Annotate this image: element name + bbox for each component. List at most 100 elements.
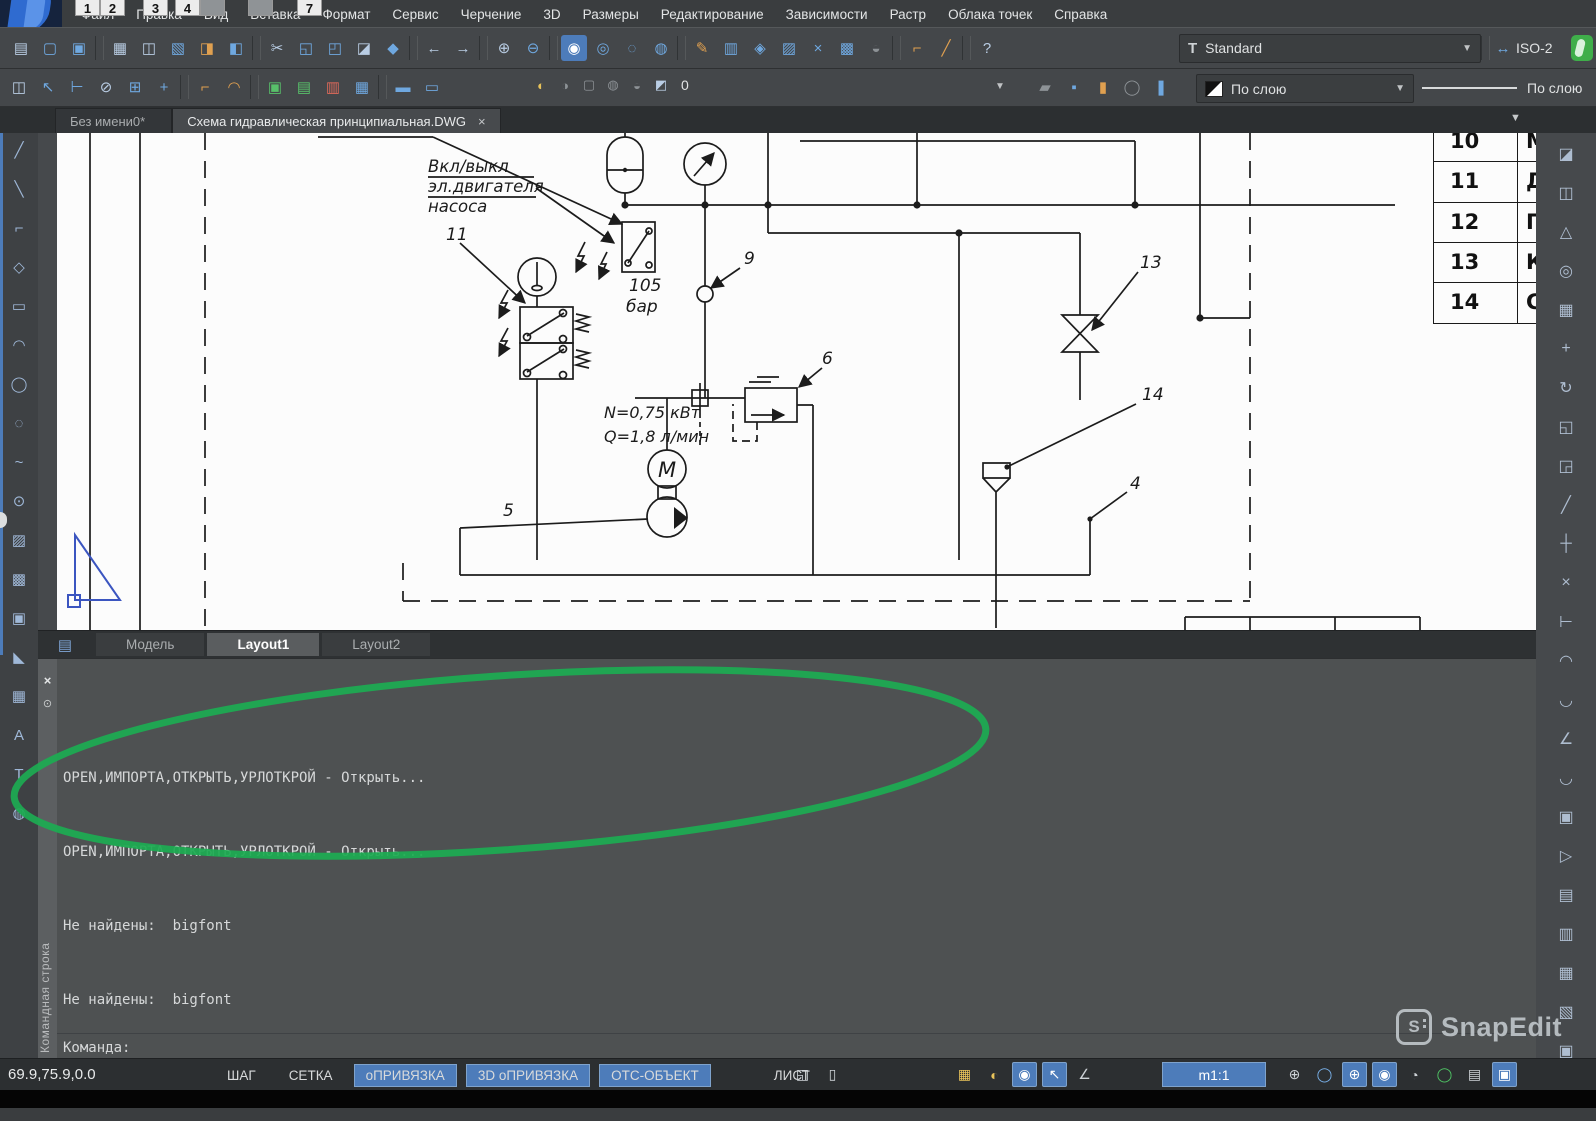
properties-icon[interactable]: ▥ (718, 35, 744, 61)
fullscreen-icon[interactable]: ▣ (1492, 1062, 1517, 1087)
cut-icon[interactable]: ✂ (264, 35, 290, 61)
menu-item-3d[interactable]: 3D (532, 1, 571, 27)
sep1-icon[interactable] (180, 75, 189, 99)
chevron-down-icon[interactable]: ▼ (1454, 43, 1480, 54)
table-export-icon[interactable]: ▩ (834, 35, 860, 61)
annotation-visibility-icon[interactable]: ▯ (820, 1062, 845, 1087)
dim-linear-icon[interactable]: ⌐ (904, 35, 930, 61)
rotate-icon[interactable]: ↻ (1553, 375, 1579, 401)
toggle-osnap-3d[interactable]: 3D оПРИВЯЗКА (466, 1064, 590, 1087)
quick-select-icon[interactable]: ↖ (35, 74, 61, 100)
layer-control[interactable]: ◐ ◑ ▢ ◍ ◒ ◩ 0 (530, 74, 689, 96)
snap-marker-icon[interactable]: ◉ (1012, 1062, 1037, 1087)
open-file-icon[interactable]: ▢ (37, 35, 63, 61)
layer-freeze-tool-icon[interactable]: ▦ (1553, 960, 1579, 986)
toggle-otrack[interactable]: ОТС-ОБЪЕКТ (599, 1064, 711, 1087)
layer-alert-icon[interactable]: ▥ (320, 74, 346, 100)
arc-tool-icon[interactable]: ◠ (221, 74, 247, 100)
redo-icon[interactable]: → (450, 35, 476, 61)
mtext-tool-icon[interactable]: A (6, 722, 32, 748)
fillet-icon[interactable]: ◡ (1553, 765, 1579, 791)
dim-style-icon[interactable]: ↔ (1490, 35, 1516, 61)
zoom-realtime-icon[interactable]: ⊖ (520, 35, 546, 61)
dim-constraint-icon[interactable]: ⊢ (64, 74, 90, 100)
menu-item-modify[interactable]: Редактирование (650, 1, 775, 27)
undo-icon[interactable]: ← (421, 35, 447, 61)
gradient-tool-icon[interactable]: ▩ (6, 566, 32, 592)
layer-chevron-down-icon[interactable]: ▼ (995, 81, 1005, 92)
move-icon[interactable]: + (1553, 336, 1579, 362)
viewport-scale-button[interactable]: m1:1 (1162, 1062, 1266, 1087)
pan-icon[interactable]: ⊕ (491, 35, 517, 61)
line-tool-icon[interactable]: ╱ (6, 137, 32, 163)
image-attach-icon[interactable]: ◣ (6, 644, 32, 670)
rectangle-tool-icon[interactable]: ▭ (6, 293, 32, 319)
parallelogram-icon[interactable]: ▰ (1032, 74, 1058, 100)
color-combo[interactable]: По слою ▼ (1196, 74, 1414, 103)
layout-tab-layout1[interactable]: Layout1 (207, 633, 319, 656)
copy-clip-icon[interactable]: ◱ (293, 35, 319, 61)
chamfer-icon[interactable]: ∠ (1553, 726, 1579, 752)
trim-icon[interactable]: ┼ (1553, 531, 1579, 557)
plot-settings-icon[interactable]: ▧ (165, 35, 191, 61)
menu-item-dimensions[interactable]: Размеры (572, 1, 650, 27)
extend-icon[interactable]: ⊢ (1553, 609, 1579, 635)
array-icon[interactable]: ▦ (1553, 297, 1579, 323)
layer-swatch-icon[interactable]: ◩ (650, 74, 672, 96)
toggle-osnap[interactable]: оПРИВЯЗКА (354, 1064, 457, 1087)
plane-blue-icon[interactable]: ▪ (1061, 74, 1087, 100)
edit-pencil-icon[interactable]: ✎ (689, 35, 715, 61)
sphere-tool-icon[interactable]: ◍ (6, 800, 32, 826)
corner-tool-icon[interactable]: ⌐ (192, 74, 218, 100)
sep7-icon[interactable] (892, 36, 901, 60)
ellipse-tool-icon[interactable]: ⊙ (6, 488, 32, 514)
stretch-icon[interactable]: ◲ (1553, 453, 1579, 479)
group-icon[interactable]: ◫ (6, 74, 32, 100)
chevron-down-icon[interactable]: ▼ (1387, 83, 1413, 94)
toggle-o-icon[interactable]: ◯ (1119, 74, 1145, 100)
linetype-combo[interactable]: По слою (1420, 74, 1592, 101)
menu-item-constraints[interactable]: Зависимости (775, 1, 879, 27)
construction-line-icon[interactable]: ╲ (6, 176, 32, 202)
section-view-icon[interactable]: ▭ (419, 74, 445, 100)
offset-icon[interactable]: ◎ (1553, 258, 1579, 284)
sep2-icon[interactable] (250, 75, 259, 99)
menu-item-raster[interactable]: Растр (879, 1, 938, 27)
spell-check-icon[interactable]: × (805, 35, 831, 61)
lineweight-pin-icon[interactable]: ❚ (1148, 74, 1174, 100)
ucs-box-icon[interactable]: ▮ (1090, 74, 1116, 100)
join-icon[interactable]: ◡ (1553, 687, 1579, 713)
close-icon[interactable]: × (478, 114, 486, 129)
delete-x-icon[interactable]: × (1553, 570, 1579, 596)
sep4-icon[interactable] (479, 36, 488, 60)
tool-palettes-icon[interactable]: ▨ (776, 35, 802, 61)
help-icon[interactable]: ? (974, 35, 1000, 61)
command-prompt-input[interactable]: Команда: (63, 1040, 130, 1056)
layer-on-object-icon[interactable]: ▤ (291, 74, 317, 100)
match-properties-icon[interactable]: ◆ (380, 35, 406, 61)
drawing-canvas[interactable]: Вкл/выкл эл.двигателя насоса 105 бар N=0… (38, 133, 1536, 630)
print-preview-icon[interactable]: ◫ (136, 35, 162, 61)
save-file-icon[interactable]: ▣ (66, 35, 92, 61)
table-tool-icon[interactable]: ▦ (6, 683, 32, 709)
text-style-combo[interactable]: T Standard ▼ (1179, 34, 1481, 63)
layer-n-icon[interactable]: ▦ (349, 74, 375, 100)
layout-tab-model[interactable]: Модель (96, 633, 204, 656)
axis-tool-icon[interactable]: + (151, 74, 177, 100)
layer-new-icon[interactable]: ▣ (262, 74, 288, 100)
sep2-icon[interactable] (252, 36, 261, 60)
sep3-icon[interactable] (378, 75, 387, 99)
scale-icon[interactable]: ◱ (1553, 414, 1579, 440)
polyline-tool-icon[interactable]: ⌐ (6, 215, 32, 241)
hatch-tool-icon[interactable]: ▨ (6, 527, 32, 553)
sep6-icon[interactable] (677, 36, 686, 60)
layer-lock-icon[interactable]: ◍ (602, 74, 624, 96)
command-history[interactable]: OPEN,ИМПОРТА,ОТКРЫТЬ,УРЛОТКРОЙ - Открыть… (63, 695, 872, 1121)
dim-quick-icon[interactable]: ╱ (933, 35, 959, 61)
orbit-icon[interactable]: ◔ (1402, 1062, 1427, 1087)
arc-tool-icon[interactable]: ◠ (6, 332, 32, 358)
copy-with-basepoint-icon[interactable]: ◪ (351, 35, 377, 61)
dim-style-value[interactable]: ISO-2 (1516, 40, 1568, 56)
zoom-extents-icon[interactable]: ◍ (648, 35, 674, 61)
explode-icon[interactable]: ▣ (1553, 804, 1579, 830)
